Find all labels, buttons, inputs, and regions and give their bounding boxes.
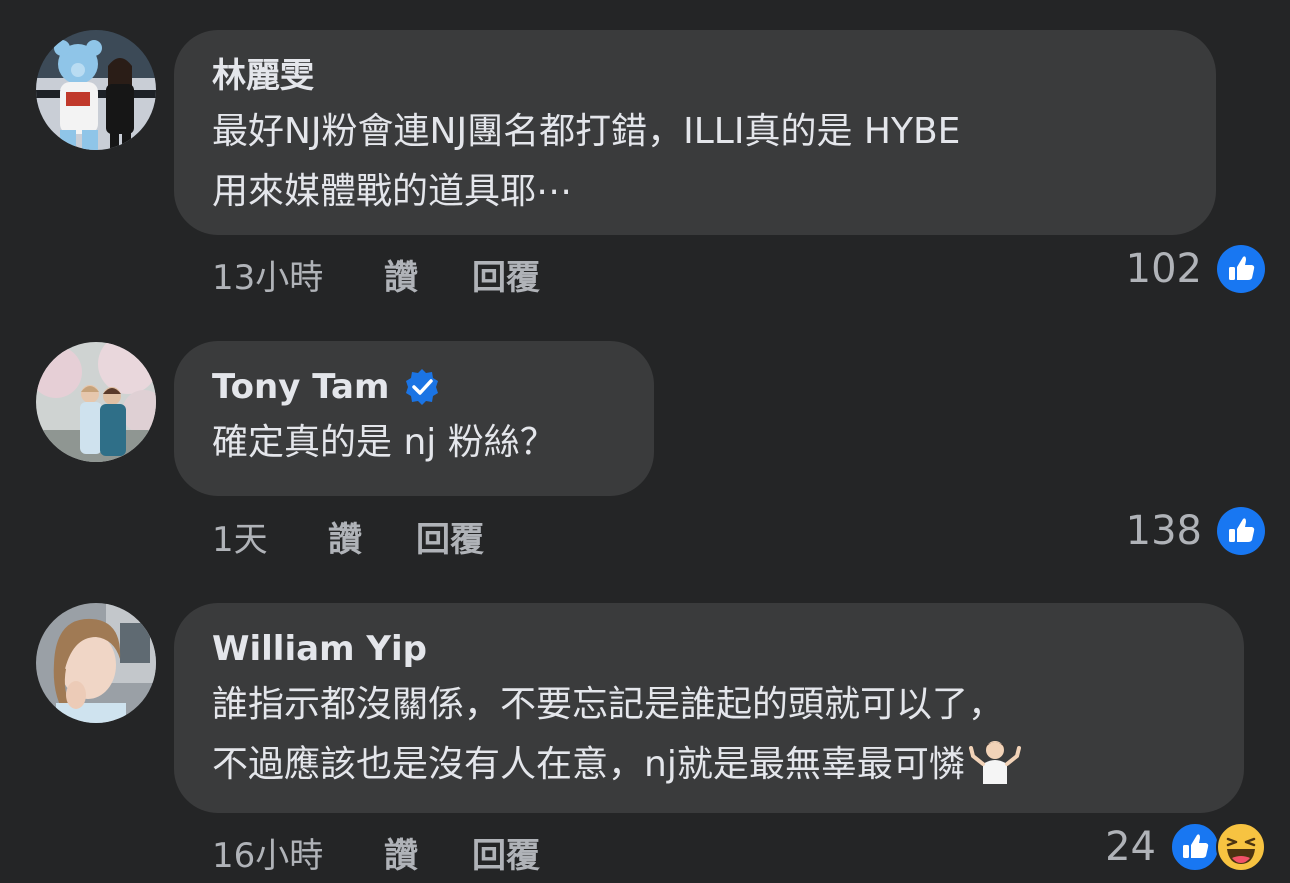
comment-bubble: Tony Tam 確定真的是 nj 粉絲？: [174, 341, 654, 496]
comment-line: 不過應該也是沒有人在意，nj就是最無辜最可憐: [212, 744, 965, 785]
avatar[interactable]: [36, 603, 156, 723]
comment-meta: 16小時 讚 回覆: [212, 828, 540, 876]
person-shrugging-emoji-icon: [968, 734, 1021, 786]
comment-meta: 1天 讚 回覆: [212, 512, 484, 560]
comment-line: 用來媒體戰的道具耶⋯: [212, 171, 573, 212]
comment-bubble: 林麗雯 最好NJ粉會連NJ團名都打錯，ILLI真的是 HYBE 用來媒體戰的道具…: [174, 30, 1216, 235]
comment-line: 誰指示都沒關係，不要忘記是誰起的頭就可以了，: [212, 684, 1005, 725]
reply-action[interactable]: 回覆: [472, 250, 540, 299]
avatar[interactable]: [36, 342, 156, 462]
avatar[interactable]: [36, 30, 156, 150]
comment-text: 確定真的是 nj 粉絲？: [212, 413, 616, 473]
comment-bubble: William Yip 誰指示都沒關係，不要忘記是誰起的頭就可以了， 不過應該也…: [174, 603, 1244, 813]
reaction-count: 138: [1125, 508, 1202, 554]
timestamp[interactable]: 13小時: [212, 250, 384, 299]
like-action[interactable]: 讚: [384, 250, 472, 299]
comment-author[interactable]: 林麗雯: [212, 54, 1178, 98]
like-action[interactable]: 讚: [384, 828, 472, 877]
avatar-image: [36, 603, 156, 723]
reaction-count: 24: [1105, 824, 1156, 870]
reply-action[interactable]: 回覆: [472, 828, 540, 877]
author-name[interactable]: William Yip: [212, 627, 427, 671]
avatar-image: [36, 342, 156, 462]
like-action[interactable]: 讚: [328, 512, 416, 561]
comment-author[interactable]: Tony Tam: [212, 365, 616, 409]
author-name[interactable]: 林麗雯: [212, 54, 314, 98]
author-name[interactable]: Tony Tam: [212, 365, 389, 409]
comment-author[interactable]: William Yip: [212, 627, 1206, 671]
reaction-summary[interactable]: 102: [1126, 244, 1266, 294]
comment-line-with-emoji: 不過應該也是沒有人在意，nj就是最無辜最可憐: [212, 735, 1206, 795]
comment-line: 最好NJ粉會連NJ團名都打錯，ILLI真的是 HYBE: [212, 111, 961, 152]
timestamp[interactable]: 16小時: [212, 828, 384, 877]
like-icon: [1216, 244, 1266, 294]
reaction-count: 102: [1125, 246, 1202, 292]
avatar-image: [36, 30, 156, 150]
reaction-summary[interactable]: 24: [1105, 822, 1266, 872]
reaction-summary[interactable]: 138: [1126, 506, 1266, 556]
verified-badge-icon: [403, 368, 441, 406]
like-icon: [1216, 506, 1266, 556]
reply-action[interactable]: 回覆: [416, 512, 484, 561]
comment-line: 確定真的是 nj 粉絲？: [212, 422, 556, 463]
like-icon: [1170, 822, 1220, 872]
comment-text: 誰指示都沒關係，不要忘記是誰起的頭就可以了， 不過應該也是沒有人在意，nj就是最…: [212, 675, 1206, 795]
timestamp[interactable]: 1天: [212, 512, 328, 561]
comment-text: 最好NJ粉會連NJ團名都打錯，ILLI真的是 HYBE 用來媒體戰的道具耶⋯: [212, 102, 1178, 222]
comment-meta: 13小時 讚 回覆: [212, 250, 540, 298]
haha-icon: [1216, 822, 1266, 872]
